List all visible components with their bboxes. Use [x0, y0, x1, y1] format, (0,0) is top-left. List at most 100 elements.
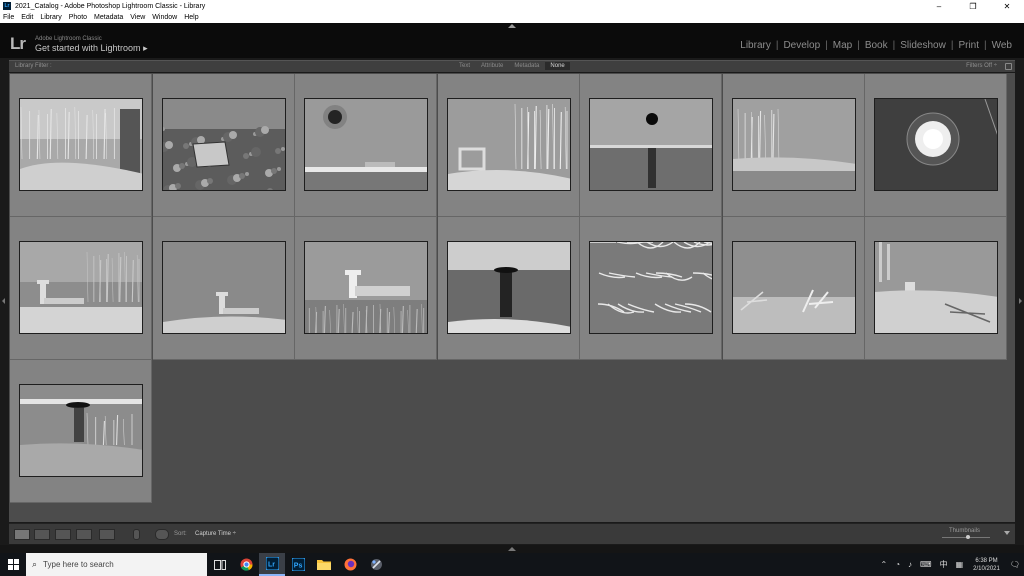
volume-icon[interactable]: ♪ — [908, 560, 912, 569]
right-panel-toggle-icon[interactable] — [1019, 298, 1022, 304]
photo-thumbnail[interactable] — [19, 98, 143, 191]
photo-thumbnail[interactable] — [589, 98, 713, 191]
painter-icon[interactable] — [133, 529, 140, 540]
filmstrip-toggle-icon[interactable] — [508, 547, 516, 551]
module-library[interactable]: Library — [735, 40, 776, 51]
module-map[interactable]: Map — [828, 40, 857, 51]
snipping-tool-icon[interactable] — [363, 553, 389, 576]
start-button[interactable] — [0, 553, 26, 576]
taskbar-search-box[interactable]: ⌕ Type here to search — [26, 553, 207, 576]
photo-thumbnail[interactable] — [304, 98, 428, 191]
maximize-button[interactable]: ❐ — [956, 0, 990, 12]
photo-thumbnail[interactable] — [874, 241, 998, 334]
filter-tab-metadata[interactable]: Metadata — [509, 62, 544, 70]
grid-cell[interactable] — [722, 74, 865, 217]
toolbar-menu-chevron-icon[interactable] — [1004, 531, 1010, 535]
language-icon[interactable]: 中 — [940, 559, 948, 570]
photo-thumbnail[interactable] — [19, 384, 143, 477]
survey-view-icon[interactable] — [76, 529, 92, 540]
photo-thumbnail[interactable] — [589, 241, 713, 334]
module-picker: Library | Develop | Map | Book | Slidesh… — [735, 40, 1017, 51]
sort-direction-icon[interactable] — [155, 529, 169, 540]
sort-dropdown[interactable]: Capture Time ÷ — [195, 531, 236, 537]
menu-photo[interactable]: Photo — [69, 14, 87, 21]
module-web[interactable]: Web — [987, 40, 1017, 51]
grid-cell[interactable] — [437, 217, 580, 360]
photo-thumbnail[interactable] — [731, 98, 856, 191]
grid-cell[interactable] — [865, 217, 1007, 360]
grid-cell[interactable] — [865, 74, 1007, 217]
filter-presets-dropdown[interactable]: Filters Off ÷ — [966, 63, 997, 69]
grid-cell[interactable] — [580, 217, 722, 360]
file-explorer-icon[interactable] — [311, 553, 337, 576]
photo-thumbnail[interactable] — [19, 241, 143, 334]
filter-tab-attribute[interactable]: Attribute — [476, 62, 508, 70]
ime-icon[interactable]: ▦ — [956, 560, 964, 569]
library-toolbar: Sort: Capture Time ÷ Thumbnails — [9, 523, 1015, 544]
grid-cell[interactable] — [437, 74, 580, 217]
slider-handle[interactable] — [966, 535, 970, 539]
photo-thumbnail[interactable] — [446, 98, 571, 191]
notification-icon[interactable]: 🗨 3 — [1010, 560, 1020, 569]
search-placeholder: Type here to search — [43, 560, 114, 569]
identity-plate: Lr Adobe Lightroom Classic Get started w… — [0, 23, 1024, 58]
module-print[interactable]: Print — [953, 40, 984, 51]
get-started-link[interactable]: Get started with Lightroom ▸ — [35, 43, 148, 54]
grid-cell[interactable] — [10, 217, 152, 360]
grid-cell[interactable] — [10, 74, 152, 217]
network-icon[interactable]: ◔ — [895, 560, 900, 569]
chrome-icon[interactable] — [233, 553, 259, 576]
people-view-icon[interactable] — [99, 529, 115, 540]
top-panel-toggle-icon[interactable] — [508, 24, 516, 28]
compare-view-icon[interactable] — [55, 529, 71, 540]
photo-thumbnail[interactable] — [731, 241, 856, 334]
close-button[interactable]: ✕ — [990, 0, 1024, 12]
window-title: 2021_Catalog - Adobe Photoshop Lightroom… — [15, 2, 206, 10]
keyboard-icon[interactable]: ⌨ — [920, 560, 932, 569]
menu-window[interactable]: Window — [152, 14, 177, 21]
filter-tab-none[interactable]: None — [545, 62, 570, 70]
menu-file[interactable]: File — [3, 14, 14, 21]
photo-grid[interactable] — [9, 73, 1015, 522]
module-slideshow[interactable]: Slideshow — [895, 40, 951, 51]
lock-icon[interactable] — [1005, 63, 1012, 70]
grid-cell[interactable] — [580, 74, 722, 217]
photo-thumbnail[interactable] — [161, 241, 286, 334]
menu-library[interactable]: Library — [40, 14, 61, 21]
lightroom-taskbar-icon[interactable]: Lr — [259, 553, 285, 576]
module-book[interactable]: Book — [860, 40, 893, 51]
thumbnail-size-slider[interactable] — [942, 535, 990, 539]
left-panel-toggle-icon[interactable] — [2, 298, 5, 304]
search-icon: ⌕ — [32, 559, 38, 569]
module-develop[interactable]: Develop — [778, 40, 825, 51]
photo-thumbnail[interactable] — [161, 98, 286, 191]
photo-thumbnail[interactable] — [446, 241, 571, 334]
grid-view-icon[interactable] — [14, 529, 30, 540]
grid-cell[interactable] — [152, 74, 295, 217]
chevron-up-icon[interactable]: ⌃ — [880, 560, 887, 569]
grid-cell[interactable] — [295, 217, 437, 360]
notification-count: 3 — [1012, 561, 1016, 567]
menu-edit[interactable]: Edit — [21, 14, 33, 21]
minimize-button[interactable]: – — [922, 0, 956, 12]
loupe-view-icon[interactable] — [34, 529, 50, 540]
menu-view[interactable]: View — [130, 14, 145, 21]
grid-cell[interactable] — [10, 360, 152, 503]
grid-cell[interactable] — [152, 217, 295, 360]
grid-cell[interactable] — [722, 217, 865, 360]
photoshop-taskbar-icon[interactable]: Ps — [285, 553, 311, 576]
menu-help[interactable]: Help — [184, 14, 198, 21]
clock-time: 6:38 PM — [975, 557, 998, 564]
menu-metadata[interactable]: Metadata — [94, 14, 123, 21]
firefox-icon[interactable] — [337, 553, 363, 576]
title-bar: Lr 2021_Catalog - Adobe Photoshop Lightr… — [0, 0, 1024, 12]
filter-tab-text[interactable]: Text — [454, 62, 475, 70]
windows-logo-icon — [7, 559, 19, 570]
svg-text:Lr: Lr — [268, 562, 275, 569]
photo-thumbnail[interactable] — [874, 98, 998, 191]
windows-taskbar: ⌕ Type here to search Lr Ps ⌃ ◔ ♪ ⌨ 中 ▦ … — [0, 553, 1024, 576]
grid-cell[interactable] — [295, 74, 437, 217]
photo-thumbnail[interactable] — [304, 241, 428, 334]
taskbar-clock[interactable]: 6:38 PM 2/10/2021 — [973, 557, 1000, 573]
task-view-icon[interactable] — [207, 553, 233, 576]
